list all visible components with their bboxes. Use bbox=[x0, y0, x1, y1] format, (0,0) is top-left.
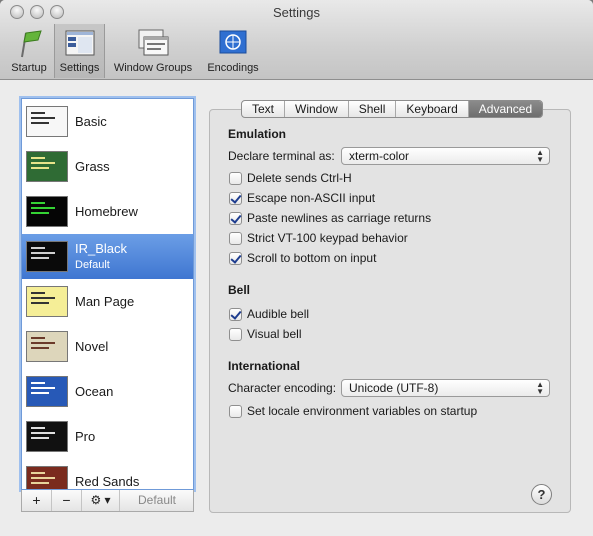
checkbox-box bbox=[229, 191, 242, 205]
chevron-up-down-icon: ▲ ▼ bbox=[536, 148, 544, 164]
profile-name: Pro bbox=[75, 429, 96, 444]
paste-newlines-checkbox[interactable]: Paste newlines as carriage returns bbox=[229, 210, 431, 226]
checkbox-label: Scroll to bottom on input bbox=[247, 251, 377, 265]
international-heading: International bbox=[228, 359, 301, 373]
tab-keyboard[interactable]: Keyboard bbox=[396, 101, 469, 117]
profile-list[interactable]: Basic Grass Homebrew IR_Black Default Ma… bbox=[21, 98, 194, 490]
startup-icon bbox=[21, 30, 42, 58]
profile-row-homebrew[interactable]: Homebrew bbox=[22, 189, 193, 234]
checkbox-box bbox=[229, 211, 242, 225]
profile-row-man-page[interactable]: Man Page bbox=[22, 279, 193, 324]
declare-terminal-value: xterm-color bbox=[349, 149, 410, 163]
toolbar-startup[interactable]: Startup bbox=[6, 24, 52, 78]
gear-menu-button[interactable]: ⚙ ▾ bbox=[82, 490, 120, 511]
checkbox-label: Delete sends Ctrl-H bbox=[247, 171, 352, 185]
profile-thumbnail bbox=[26, 151, 68, 182]
character-encoding-label: Character encoding: bbox=[228, 381, 337, 395]
toolbar-settings[interactable]: Settings bbox=[54, 24, 105, 78]
delete-sends-ctrl-h-checkbox[interactable]: Delete sends Ctrl-H bbox=[229, 170, 352, 186]
checkbox-label: Visual bell bbox=[247, 327, 302, 341]
settings-tabs: Text Window Shell Keyboard Advanced bbox=[241, 100, 544, 118]
checkbox-label: Audible bell bbox=[247, 307, 310, 321]
profile-thumbnail bbox=[26, 421, 68, 452]
profile-row-ocean[interactable]: Ocean bbox=[22, 369, 193, 414]
profile-name: Homebrew bbox=[75, 204, 138, 219]
profile-name: Basic bbox=[75, 114, 107, 129]
title-bar: Settings Startup Settings Window Groups … bbox=[0, 0, 593, 80]
add-profile-button[interactable]: + bbox=[22, 490, 52, 511]
profile-name: Ocean bbox=[75, 384, 114, 399]
declare-terminal-label: Declare terminal as: bbox=[228, 149, 335, 163]
emulation-heading: Emulation bbox=[228, 127, 287, 141]
profile-row-red-sands[interactable]: Red Sands bbox=[22, 459, 193, 489]
chevron-up-down-icon: ▲ ▼ bbox=[536, 380, 544, 396]
checkbox-box bbox=[229, 307, 242, 321]
profile-row-ir-black[interactable]: IR_Black Default bbox=[22, 234, 193, 279]
tab-window[interactable]: Window bbox=[285, 101, 349, 117]
visual-bell-checkbox[interactable]: Visual bell bbox=[229, 326, 301, 342]
profile-thumbnail bbox=[26, 241, 68, 272]
character-encoding-value: Unicode (UTF-8) bbox=[349, 381, 439, 395]
default-button[interactable]: Default bbox=[120, 490, 194, 511]
checkbox-label: Paste newlines as carriage returns bbox=[247, 211, 432, 225]
bell-heading: Bell bbox=[228, 283, 251, 297]
profile-list-toolbar: + − ⚙ ▾ Default bbox=[21, 490, 194, 512]
profile-name: Red Sands bbox=[75, 474, 140, 489]
toolbar-window-groups[interactable]: Window Groups bbox=[108, 24, 198, 78]
escape-non-ascii-checkbox[interactable]: Escape non-ASCII input bbox=[229, 190, 375, 206]
declare-terminal-select[interactable]: xterm-color ▲ ▼ bbox=[341, 147, 550, 165]
set-locale-checkbox[interactable]: Set locale environment variables on star… bbox=[229, 403, 477, 419]
checkbox-label: Escape non-ASCII input bbox=[247, 191, 376, 205]
profile-row-grass[interactable]: Grass bbox=[22, 144, 193, 189]
checkbox-box bbox=[229, 231, 242, 245]
profile-thumbnail bbox=[26, 331, 68, 362]
tab-text[interactable]: Text bbox=[242, 101, 286, 117]
window-title: Settings bbox=[273, 5, 320, 20]
window-groups-icon bbox=[138, 29, 169, 56]
checkbox-box bbox=[229, 404, 242, 418]
tab-shell[interactable]: Shell bbox=[349, 101, 397, 117]
help-button[interactable]: ? bbox=[531, 484, 552, 505]
profile-thumbnail bbox=[26, 376, 68, 407]
profile-name: Grass bbox=[75, 159, 110, 174]
profile-thumbnail bbox=[26, 106, 68, 137]
checkbox-label: Strict VT-100 keypad behavior bbox=[247, 231, 408, 245]
profile-name: Novel bbox=[75, 339, 109, 354]
encodings-icon bbox=[219, 30, 247, 54]
audible-bell-checkbox[interactable]: Audible bell bbox=[229, 306, 309, 322]
profile-name: IR_Black bbox=[75, 241, 128, 256]
settings-icon bbox=[65, 30, 94, 56]
profile-row-pro[interactable]: Pro bbox=[22, 414, 193, 459]
checkbox-box bbox=[229, 251, 242, 265]
checkbox-box bbox=[229, 327, 242, 341]
settings-window: Settings Startup Settings Window Groups … bbox=[0, 0, 593, 536]
profile-thumbnail bbox=[26, 466, 68, 489]
profile-thumbnail bbox=[26, 196, 68, 227]
profile-row-novel[interactable]: Novel bbox=[22, 324, 193, 369]
profile-name: Man Page bbox=[75, 294, 135, 309]
checkbox-label: Set locale environment variables on star… bbox=[247, 404, 478, 418]
scroll-to-bottom-checkbox[interactable]: Scroll to bottom on input bbox=[229, 250, 376, 266]
remove-profile-button[interactable]: − bbox=[52, 490, 82, 511]
checkbox-box bbox=[229, 171, 242, 185]
profile-row-basic[interactable]: Basic bbox=[22, 99, 193, 144]
character-encoding-select[interactable]: Unicode (UTF-8) ▲ ▼ bbox=[341, 379, 550, 397]
toolbar-encodings[interactable]: Encodings bbox=[203, 24, 263, 78]
profile-thumbnail bbox=[26, 286, 68, 317]
strict-vt100-checkbox[interactable]: Strict VT-100 keypad behavior bbox=[229, 230, 408, 246]
tab-advanced[interactable]: Advanced bbox=[468, 101, 543, 117]
profile-default-label: Default bbox=[75, 259, 110, 271]
